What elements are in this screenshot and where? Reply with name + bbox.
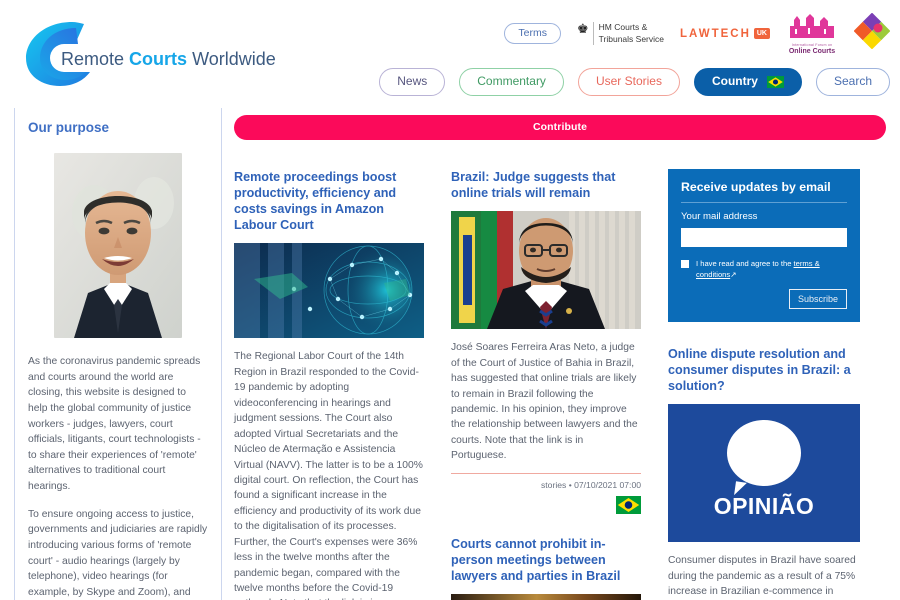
sidebar-our-purpose: Our purpose As the coronavirus pandemic … [14,108,222,600]
article-meta: stories • 07/10/2021 07:00 [541,479,641,490]
brazil-flag-icon [616,495,641,514]
main-navigation: News Commentary User Stories Country Sea… [379,68,890,96]
lawtech-uk-logo[interactable]: LAWTECH UK [680,28,770,40]
sidebar-paragraph-1: As the coronavirus pandemic spreads and … [28,356,201,493]
hiil-logo[interactable] [853,12,891,54]
article-image-digital-globe [234,243,424,339]
article-title[interactable]: Online dispute resolution and consumer d… [668,346,860,394]
hmcts-divider [592,22,594,45]
speech-bubble-icon [727,420,801,487]
page-content: Our purpose As the coronavirus pandemic … [0,108,900,600]
site-header: Remote Courts Worldwide Terms ♚ HM Court… [0,0,900,108]
article-image-opiniao: OPINIÃO [668,404,860,543]
royal-crown-icon: ♚ [577,21,589,37]
article-card: Online dispute resolution and consumer d… [668,346,860,600]
hmcts-line-2: Tribunals Service [598,33,665,44]
article-column-1: Remote proceedings boost productivity, e… [234,169,424,600]
ioc-line-1: International Forum on [791,43,833,47]
opiniao-caption: OPINIÃO [713,493,815,520]
nav-item-country[interactable]: Country [693,68,802,96]
hmcts-logo[interactable]: ♚ HM Courts & Tribunals Service [577,22,664,45]
hmcts-line-1: HM Courts & [598,22,648,33]
article-title[interactable]: Brazil: Judge suggests that online trial… [451,169,641,201]
nav-item-search[interactable]: Search [815,68,890,96]
page-root: Remote Courts Worldwide Terms ♚ HM Court… [0,0,900,600]
lawtech-wordmark: LAWTECH [680,27,751,40]
header-partner-logos: Terms ♚ HM Courts & Tribunals Service LA… [504,12,891,55]
article-divider [451,472,641,474]
hiil-diamond-icon [853,12,891,50]
logo-text-worldwide: Worldwide [192,49,276,69]
email-input[interactable] [681,228,847,247]
article-title[interactable]: Remote proceedings boost productivity, e… [234,169,424,233]
founder-portrait-image [54,153,182,338]
subscribe-divider [681,202,847,203]
nav-item-user-stories[interactable]: User Stories [577,68,680,96]
article-column-3: Receive updates by email Your mail addre… [668,169,860,600]
ioc-line-2: Online Courts [788,48,836,55]
article-body: Consumer disputes in Brazil have soared … [668,555,856,598]
brazil-flag-icon [766,75,784,88]
article-image-judge-portrait [451,211,641,330]
nav-item-commentary[interactable]: Commentary [459,68,564,96]
online-courts-skyline-icon [790,14,834,38]
consent-text: I have read and agree to the [696,259,794,268]
article-country-flag [451,495,641,514]
article-image-lady-justice [451,594,641,600]
article-title[interactable]: Courts cannot prohibit in-person meeting… [451,536,641,584]
nav-item-news[interactable]: News [379,68,446,96]
subscribe-box: Receive updates by email Your mail addre… [668,169,860,322]
subscribe-title: Receive updates by email [681,180,831,194]
sidebar-title: Our purpose [28,120,110,135]
article-body: The Regional Labor Court of the 14th Reg… [234,351,423,600]
subscribe-field-label: Your mail address [681,211,758,222]
article-columns: Remote proceedings boost productivity, e… [234,169,886,600]
external-link-icon: ↗ [730,270,737,279]
subscribe-button[interactable]: Subscribe [788,289,847,309]
lawtech-uk-badge: UK [753,28,770,39]
article-card: Remote proceedings boost productivity, e… [234,169,424,600]
article-column-2: Brazil: Judge suggests that online trial… [451,169,641,600]
terms-button[interactable]: Terms [504,22,561,45]
site-logo[interactable]: Remote Courts Worldwide [14,14,284,90]
nav-country-label: Country [711,74,758,88]
article-body: José Soares Ferreira Aras Neto, a judge … [451,342,638,462]
sidebar-paragraph-2: To ensure ongoing access to justice, gov… [28,508,208,598]
logo-text-courts: Courts [129,49,188,69]
online-courts-forum-logo[interactable]: International Forum on Online Courts [786,12,838,55]
main-area: Contribute Remote proceedings boost prod… [222,108,886,600]
article-card: Courts cannot prohibit in-person meeting… [451,536,641,600]
contribute-banner-button[interactable]: Contribute [234,115,886,140]
consent-row: I have read and agree to the terms & con… [681,258,847,280]
logo-text-remote: Remote [61,49,125,69]
article-card: Brazil: Judge suggests that online trial… [451,169,641,514]
consent-checkbox[interactable] [681,260,689,268]
